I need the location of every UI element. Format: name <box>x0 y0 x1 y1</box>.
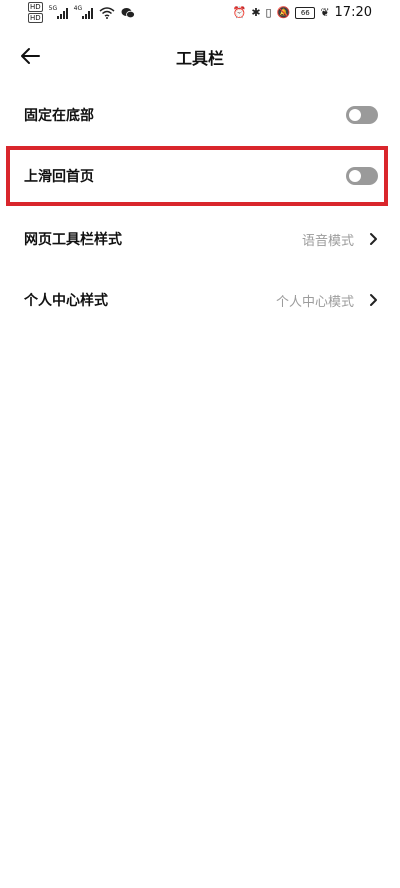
status-left: HD HD 5G 4G <box>28 2 135 23</box>
wechat-icon <box>121 7 135 18</box>
app-bar: 工具栏 <box>0 32 400 80</box>
toggle-knob <box>349 170 361 182</box>
swipe-home-toggle[interactable] <box>346 167 378 185</box>
page-title: 工具栏 <box>175 49 224 68</box>
setting-label: 网页工具栏样式 <box>24 232 122 248</box>
wifi-icon <box>99 6 115 19</box>
setting-value: 个人中心模式 <box>275 294 354 310</box>
vibrate-icon: ▯ <box>265 5 272 19</box>
setting-label: 个人中心样式 <box>24 293 108 309</box>
pin-bottom-toggle[interactable] <box>346 106 378 124</box>
battery-icon: 66 <box>295 6 316 19</box>
status-right: ⏰ ✱ ▯ 🔕 66 ❦ 17:20 <box>233 5 372 20</box>
chevron-right-icon <box>370 294 377 306</box>
setting-row-pin-bottom[interactable]: 固定在底部 <box>0 90 400 140</box>
bluetooth-icon: ✱ <box>251 5 261 19</box>
hd-indicators: HD HD <box>28 2 43 23</box>
setting-row-swipe-home[interactable]: 上滑回首页 <box>0 151 400 201</box>
setting-row-profile-style[interactable]: 个人中心样式 个人中心模式 <box>0 275 400 325</box>
network-type-2: 4G <box>73 4 83 12</box>
mute-bell-icon: 🔕 <box>276 5 291 19</box>
signal-icon-1: 5G <box>48 4 68 19</box>
status-bar: HD HD 5G 4G ⏰ ✱ ▯ 🔕 66 ❦ 17:20 <box>0 0 400 28</box>
hd-badge-2: HD <box>28 13 43 23</box>
chevron-right-icon <box>370 233 377 245</box>
setting-label: 上滑回首页 <box>24 169 94 185</box>
signal-icon-2: 4G <box>73 4 93 19</box>
setting-label: 固定在底部 <box>24 108 94 124</box>
hd-badge-1: HD <box>28 2 43 12</box>
setting-row-toolbar-style[interactable]: 网页工具栏样式 语音模式 <box>0 214 400 264</box>
setting-value: 语音模式 <box>301 233 354 249</box>
status-time: 17:20 <box>334 5 372 20</box>
network-type-1: 5G <box>48 4 58 12</box>
toggle-knob <box>349 109 361 121</box>
alarm-icon: ⏰ <box>232 5 247 19</box>
leaf-icon: ❦ <box>320 5 330 19</box>
screen: HD HD 5G 4G ⏰ ✱ ▯ 🔕 66 ❦ 17:20 工具栏 固定在底部… <box>0 0 400 888</box>
